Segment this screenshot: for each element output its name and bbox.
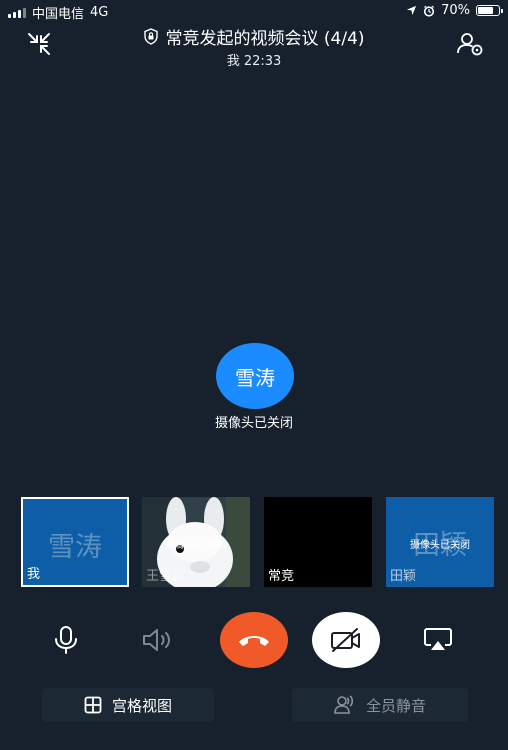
signal-strength-icon xyxy=(8,7,26,18)
network-label: 4G xyxy=(90,5,109,20)
mute-all-button[interactable]: 全员静音 xyxy=(292,688,468,722)
grid-view-icon xyxy=(84,696,102,714)
meeting-header: 常竞发起的视频会议 (4/4) 我 22:33 xyxy=(0,22,508,69)
speaker-button[interactable] xyxy=(138,620,178,660)
hang-up-icon xyxy=(239,636,269,646)
tile-name: 我 xyxy=(27,567,41,582)
participant-tile-wangxueying[interactable]: 摄像头已关闭 王雪颖 xyxy=(142,497,250,587)
carrier-label: 中国电信 xyxy=(32,7,85,22)
microphone-button[interactable] xyxy=(46,620,86,660)
participants-icon xyxy=(457,33,483,56)
tile-camera-off-label: 摄像头已关闭 xyxy=(410,540,470,551)
tile-name: 王雪颖 xyxy=(146,569,186,584)
camera-off-icon xyxy=(331,628,360,652)
tile-name: 田颖 xyxy=(390,569,417,584)
tile-camera-off-label: 摄像头已关闭 xyxy=(166,540,226,551)
call-controls xyxy=(0,612,508,668)
grid-view-label: 宫格视图 xyxy=(111,696,172,715)
meeting-subtitle: 我 22:33 xyxy=(226,54,282,69)
participant-tile-me[interactable]: 雪涛 我 xyxy=(21,497,129,587)
participant-tile-changjing[interactable]: 常竞 xyxy=(264,497,372,587)
participants-button[interactable] xyxy=(456,30,484,58)
airplay-icon xyxy=(424,628,452,650)
microphone-icon xyxy=(55,626,77,654)
alarm-icon xyxy=(423,5,435,17)
mute-all-icon xyxy=(334,695,354,714)
airplay-button[interactable] xyxy=(418,620,458,660)
speaker-icon xyxy=(143,629,170,651)
meeting-title: 常竞发起的视频会议 (4/4) xyxy=(165,29,365,49)
bottom-options: 宫格视图 全员静音 xyxy=(0,688,508,722)
participant-tile-tianying[interactable]: 田颖 摄像头已关闭 田颖 xyxy=(386,497,494,587)
location-arrow-icon xyxy=(407,5,417,16)
lock-icon xyxy=(144,28,159,45)
battery-percent: 70% xyxy=(441,3,470,18)
speaker-avatar-text: 雪涛 xyxy=(235,365,275,390)
camera-off-label: 摄像头已关闭 xyxy=(214,416,293,431)
grid-view-button[interactable]: 宫格视图 xyxy=(42,688,214,722)
mute-all-label: 全员静音 xyxy=(365,696,426,715)
tile-avatar-text: 雪涛 xyxy=(48,532,102,563)
camera-toggle-button[interactable] xyxy=(312,612,380,668)
status-bar: 中国电信 4G 70% xyxy=(0,0,508,22)
speaker-avatar: 雪涛 xyxy=(216,343,294,409)
battery-icon xyxy=(476,5,503,16)
tile-name: 常竞 xyxy=(268,569,295,584)
hang-up-button[interactable] xyxy=(220,612,288,668)
